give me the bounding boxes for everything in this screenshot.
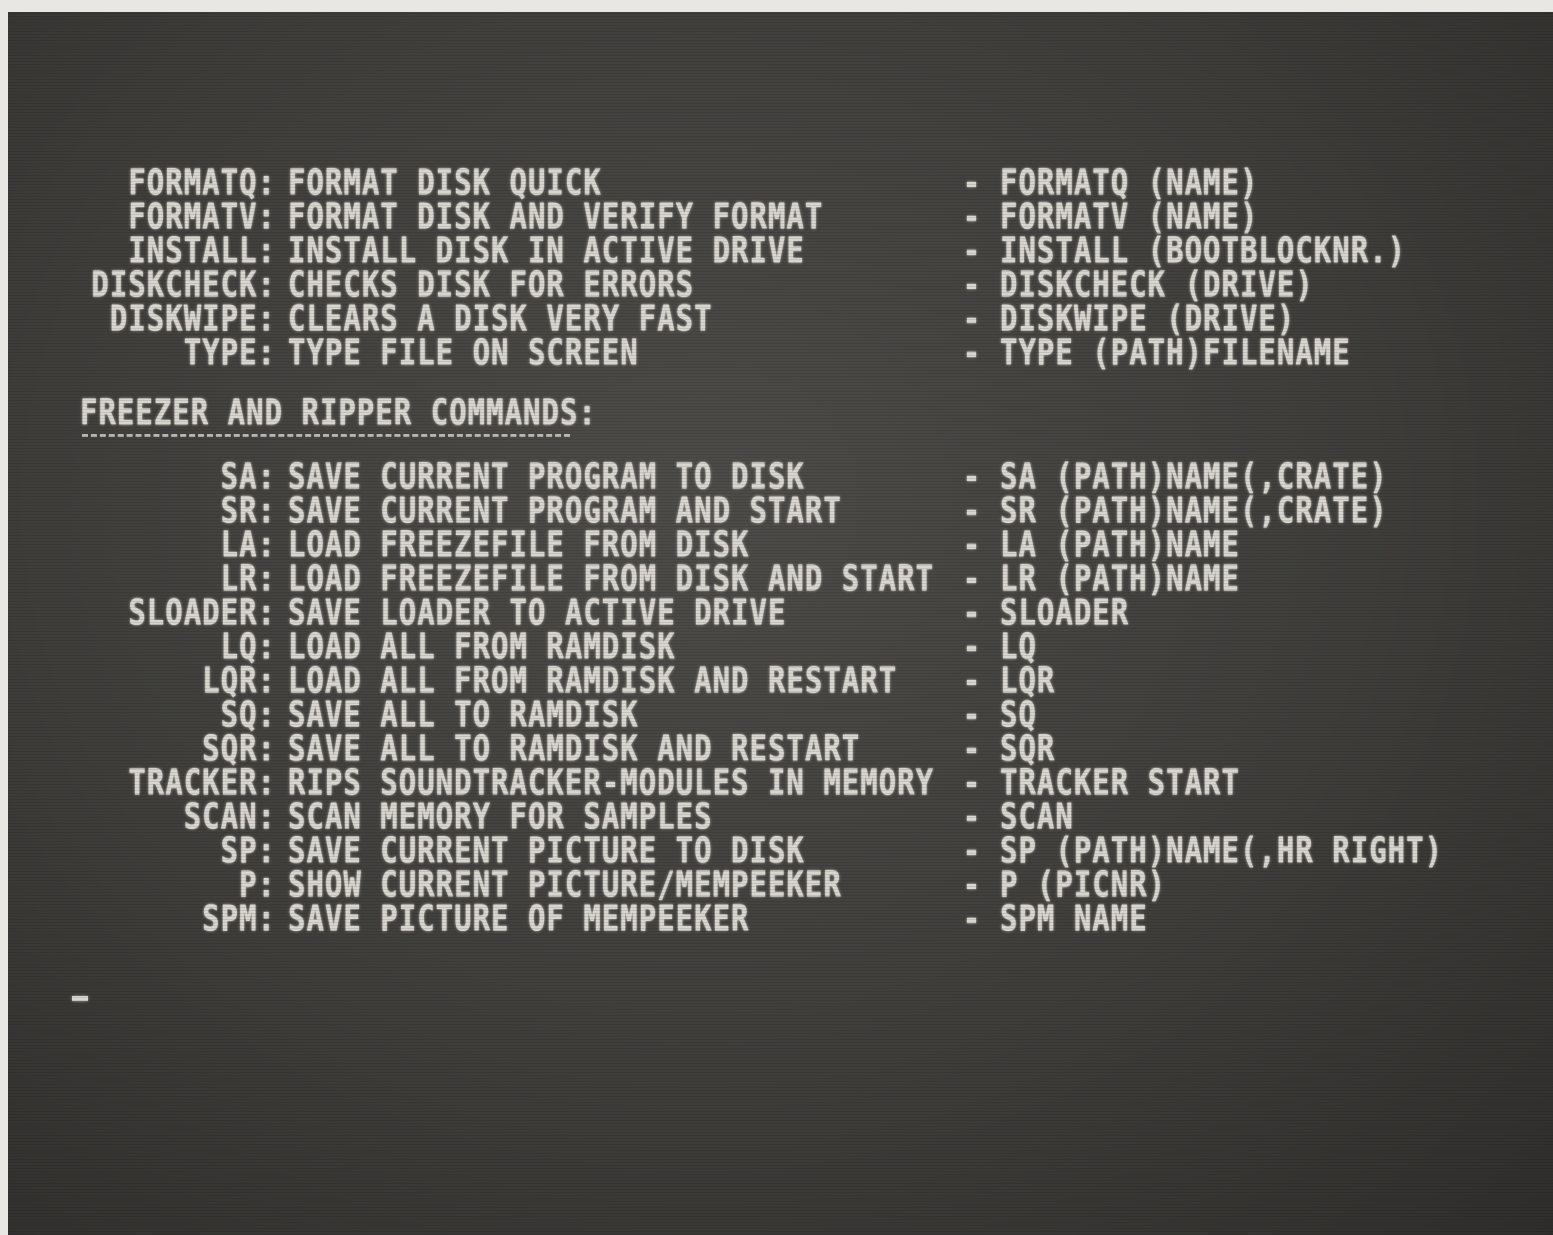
command-name: SPM:	[202, 897, 276, 940]
heading-underline	[82, 434, 570, 437]
crt-screen: FORMATQ: FORMAT DISK QUICK - FORMATQ (NAME)…	[8, 12, 1553, 1235]
command-usage: SPM NAME	[1000, 897, 1148, 940]
command-description: SAVE PICTURE OF MEMPEEKER	[288, 897, 750, 940]
command-description: TYPE FILE ON SCREEN	[288, 331, 639, 374]
section-heading: FREEZER AND RIPPER COMMANDS:	[80, 391, 597, 434]
separator-dash: -	[962, 331, 982, 374]
separator-dash: -	[962, 897, 982, 940]
text-cursor	[72, 996, 88, 1001]
command-name: TYPE:	[183, 331, 276, 374]
command-usage: TYPE (PATH)FILENAME	[1000, 331, 1351, 374]
